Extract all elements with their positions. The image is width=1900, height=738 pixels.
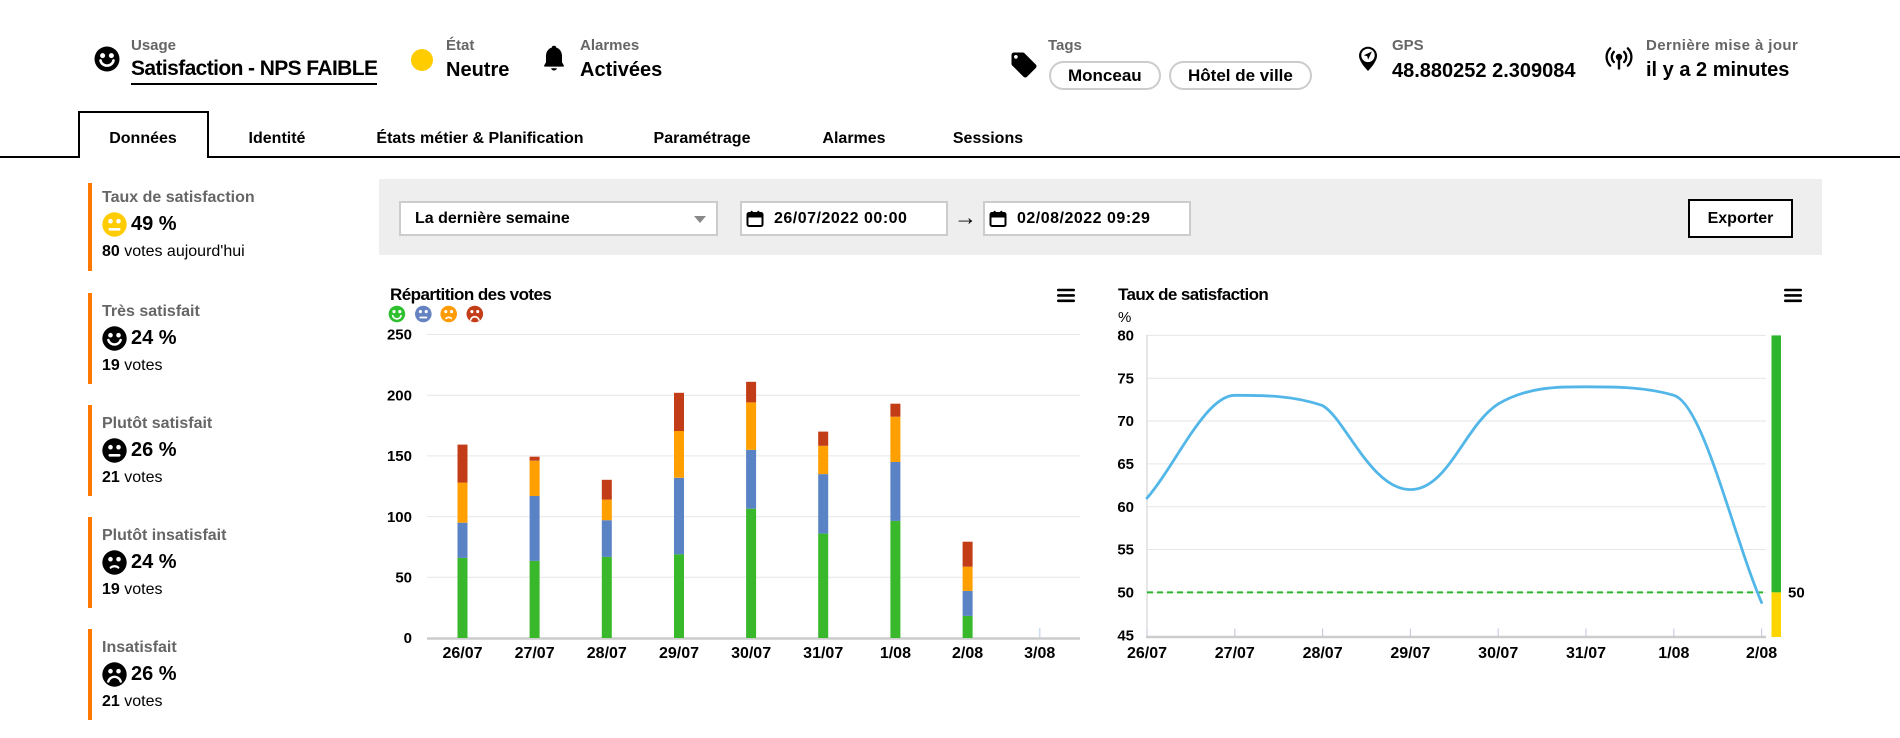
svg-text:3/08: 3/08 <box>1024 645 1055 662</box>
svg-text:28/07: 28/07 <box>587 645 627 662</box>
svg-text:29/07: 29/07 <box>659 645 699 662</box>
svg-text:30/07: 30/07 <box>731 645 771 662</box>
svg-text:150: 150 <box>387 448 412 465</box>
svg-text:2/08: 2/08 <box>1746 645 1777 662</box>
svg-text:31/07: 31/07 <box>1566 645 1606 662</box>
svg-text:50: 50 <box>395 570 412 587</box>
svg-text:27/07: 27/07 <box>1215 645 1255 662</box>
svg-text:29/07: 29/07 <box>1390 645 1430 662</box>
svg-text:26/07: 26/07 <box>442 645 482 662</box>
svg-text:250: 250 <box>387 327 412 344</box>
svg-text:0: 0 <box>404 630 412 647</box>
svg-text:30/07: 30/07 <box>1478 645 1518 662</box>
svg-text:%: % <box>1118 309 1131 326</box>
svg-text:1/08: 1/08 <box>880 645 911 662</box>
svg-text:70: 70 <box>1117 413 1134 430</box>
svg-text:80: 80 <box>1117 328 1134 345</box>
svg-text:50: 50 <box>1117 585 1134 602</box>
svg-text:31/07: 31/07 <box>803 645 843 662</box>
svg-text:200: 200 <box>387 387 412 404</box>
svg-text:50: 50 <box>1788 585 1805 602</box>
svg-text:75: 75 <box>1117 370 1134 387</box>
svg-text:45: 45 <box>1117 627 1134 644</box>
svg-text:55: 55 <box>1117 542 1134 559</box>
svg-text:1/08: 1/08 <box>1658 645 1689 662</box>
svg-text:26/07: 26/07 <box>1127 645 1167 662</box>
svg-text:28/07: 28/07 <box>1303 645 1343 662</box>
svg-text:65: 65 <box>1117 456 1134 473</box>
svg-text:27/07: 27/07 <box>515 645 555 662</box>
svg-text:100: 100 <box>387 509 412 526</box>
svg-text:Répartition des votes: Répartition des votes <box>390 285 551 304</box>
svg-text:60: 60 <box>1117 499 1134 516</box>
svg-text:Taux de satisfaction: Taux de satisfaction <box>1118 285 1268 304</box>
svg-text:2/08: 2/08 <box>952 645 983 662</box>
